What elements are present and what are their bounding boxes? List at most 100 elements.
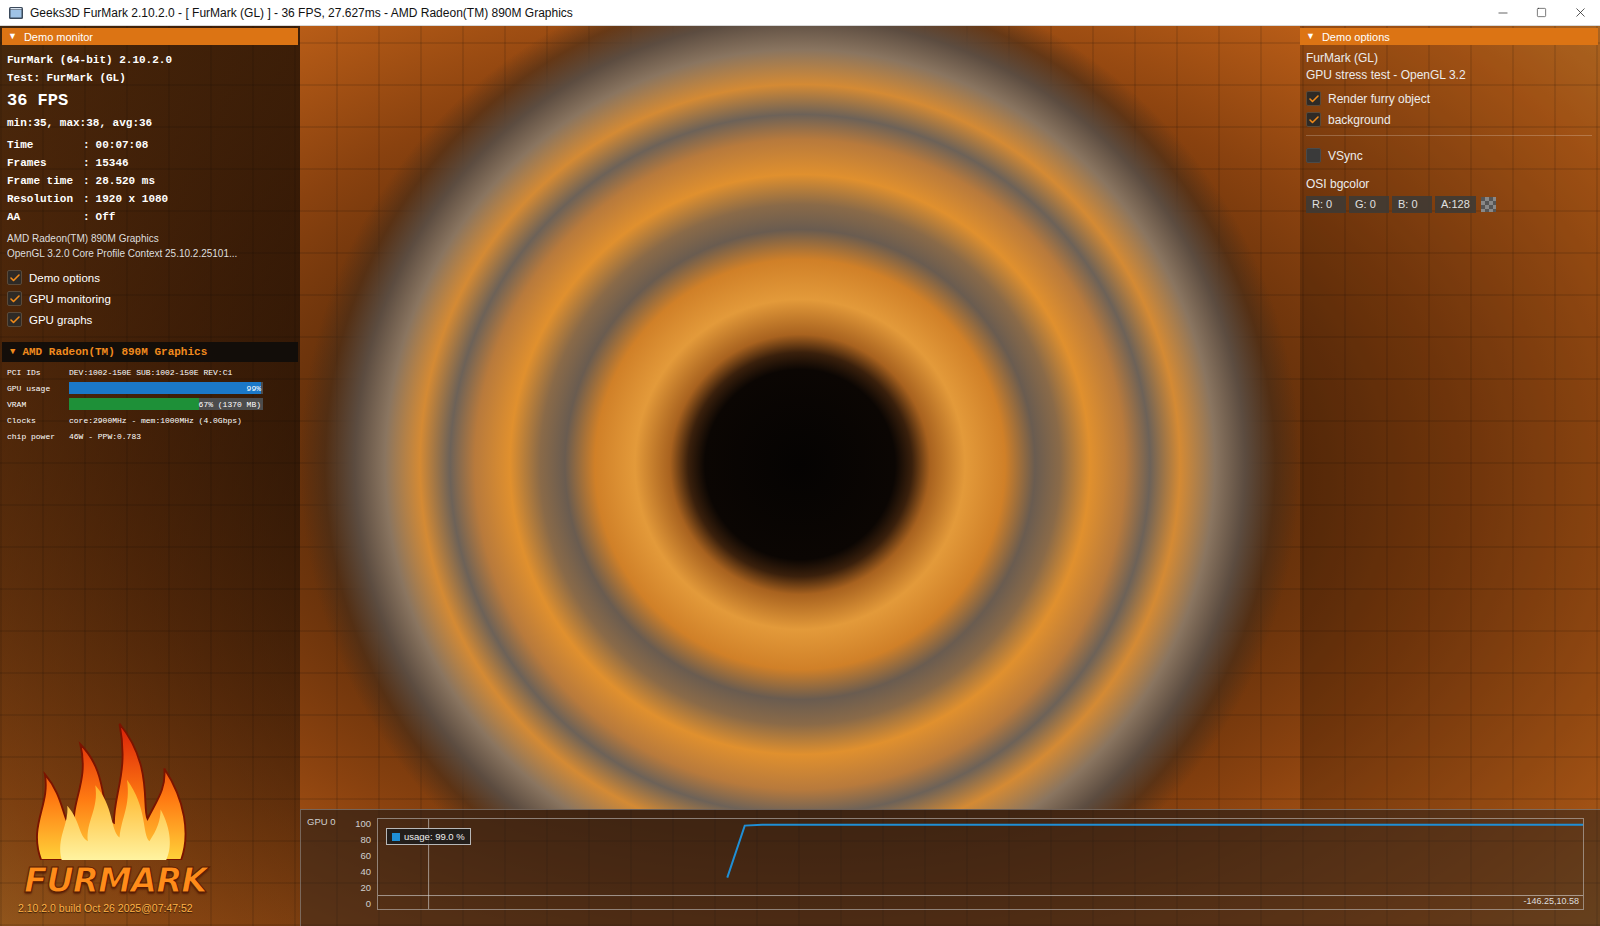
gpu-stat-label: chip power [7,432,69,441]
demo-monitor-panel: ▼ Demo monitor FurMark (64-bit) 2.10.2.0Te… [0,26,300,926]
stat-row: Frame time:28.520 ms [7,172,293,190]
build-info: 2.10.2.0 build Oct 26 2025@07:47:52 [18,900,193,916]
legend-label: usage: 99.0 % [404,830,465,843]
stat-separator: : [83,136,90,154]
render-options: Render furry objectbackground [1306,88,1592,130]
monitor-options: Demo optionsGPU monitoringGPU graphs [7,267,293,330]
checkbox[interactable] [7,270,22,285]
checkbox[interactable] [7,312,22,327]
app-version: FurMark (64-bit) 2.10.2.0 [7,51,293,69]
stats-list: Time:00:07:08Frames:15346Frame time:28.5… [7,136,293,226]
check-icon [9,293,21,305]
minimize-button[interactable] [1483,0,1522,25]
gpu-stat-label: Clocks [7,416,69,425]
render-view [300,26,1300,809]
gpu-stat-bar: 99% [69,382,263,394]
gpu-stat-value: DEV:1002-150E SUB:1002-150E REV:C1 [69,368,293,377]
collapse-arrow-icon[interactable]: ▼ [1306,32,1315,41]
stat-row: Frames:15346 [7,154,293,172]
demo-subtitle: GPU stress test - OpenGL 3.2 [1306,67,1592,84]
y-tick: 80 [360,835,371,845]
legend-swatch [392,833,400,841]
y-tick: 60 [360,851,371,861]
gpu-monitor-title: AMD Radeon(TM) 890M Graphics [22,346,207,358]
color-field[interactable]: A:128 [1435,196,1476,213]
checkbox[interactable] [1306,112,1321,127]
option-row[interactable]: VSync [1306,145,1592,166]
demo-options-header[interactable]: ▼ Demo options [1300,28,1598,45]
option-row[interactable]: background [1306,109,1592,130]
window-controls [1483,0,1600,25]
fps-readout: 36 FPS [7,87,293,114]
collapse-arrow-icon[interactable]: ▼ [8,32,17,41]
gpu-stat-row: Clockscore:2900MHz - mem:1000MHz (4.0Gbp… [7,412,293,428]
stat-label: Time [7,136,77,154]
bgcolor-fields: R: 0G: 0B: 0A:128 [1306,196,1592,213]
close-button[interactable] [1561,0,1600,25]
option-row[interactable]: Render furry object [1306,88,1592,109]
option-row[interactable]: GPU graphs [7,309,293,330]
test-name: Test: FurMark (GL) [7,69,293,87]
collapse-arrow-icon[interactable]: ▼ [10,348,15,357]
y-tick: 0 [366,899,371,909]
minimize-icon [1496,6,1510,20]
gpu-stat-row: chip power46W - PPW:0.783 [7,428,293,444]
gpu-stat-bar-fill [69,382,261,394]
usage-line [727,825,1583,878]
title-bar: Geeks3D FurMark 2.10.2.0 - [ FurMark (GL… [0,0,1600,26]
gpu-stat-value: 46W - PPW:0.783 [69,432,293,441]
option-row[interactable]: GPU monitoring [7,288,293,309]
color-field[interactable]: B: 0 [1392,196,1432,213]
stat-row: Resolution:1920 x 1080 [7,190,293,208]
gpu-stat-row: PCI IDsDEV:1002-150E SUB:1002-150E REV:C… [7,364,293,380]
checkbox[interactable] [7,291,22,306]
gpu-graph-panel: GPU 0100806040200usage: 99.0 %-146.25,10… [300,809,1600,926]
stat-value: 1920 x 1080 [96,190,293,208]
usage-chart: usage: 99.0 % -146.25,10.58 [377,818,1584,910]
stat-label: AA [7,208,77,226]
gpu-stat-bar: 67% (1370 MB) [69,398,263,410]
stat-separator: : [83,190,90,208]
color-field[interactable]: R: 0 [1306,196,1346,213]
color-field[interactable]: G: 0 [1349,196,1389,213]
stat-label: Frames [7,154,77,172]
demo-options-panel: ▼ Demo options FurMark (GL)GPU stress test… [1300,26,1600,809]
demo-title: FurMark (GL) [1306,50,1592,67]
bgcolor-label: OSI bgcolor [1306,176,1592,193]
stat-separator: : [83,154,90,172]
stat-value: Off [96,208,293,226]
demo-monitor-body: FurMark (64-bit) 2.10.2.0Test: FurMark (… [2,45,298,330]
app-icon [8,5,24,21]
y-tick: 100 [355,819,371,829]
demo-options-body: FurMark (GL)GPU stress test - OpenGL 3.2… [1300,45,1598,218]
checkbox[interactable] [1306,148,1321,163]
cursor-horizontal-line [378,895,1583,896]
close-icon [1573,5,1588,20]
fps-stats: min:35, max:38, avg:36 [7,114,293,132]
demo-monitor-header[interactable]: ▼ Demo monitor [2,28,298,45]
stat-value: 00:07:08 [96,136,293,154]
stat-row: Time:00:07:08 [7,136,293,154]
gpu-stats: PCI IDsDEV:1002-150E SUB:1002-150E REV:C… [2,362,298,446]
gpu-monitor-header[interactable]: ▼ AMD Radeon(TM) 890M Graphics [2,342,298,362]
option-row[interactable]: Demo options [7,267,293,288]
color-swatch[interactable] [1481,197,1496,212]
cursor-readout: -146.25,10.58 [1523,896,1579,907]
gpu-stat-label: VRAM [7,400,69,409]
stat-label: Resolution [7,190,77,208]
maximize-button[interactable] [1522,0,1561,25]
furmark-window: Geeks3D FurMark 2.10.2.0 - [ FurMark (GL… [0,0,1600,926]
stat-value: 28.520 ms [96,172,293,190]
check-icon [9,314,21,326]
logo-text: FURMARK [24,860,207,900]
stat-separator: : [83,208,90,226]
checkbox[interactable] [1306,91,1321,106]
gpu-stat-bar-value: 99% [247,384,263,393]
scene: ▼ Demo monitor FurMark (64-bit) 2.10.2.0Te… [0,26,1600,926]
panel-title: Demo options [1322,31,1390,43]
gpu-stat-label: PCI IDs [7,368,69,377]
gl-context: OpenGL 3.2.0 Core Profile Context 25.10.… [7,246,293,261]
panel-title: Demo monitor [24,31,93,43]
graph-axis: GPU 0100806040200 [307,816,371,918]
gpu-stat-row: GPU usage99% [7,380,293,396]
